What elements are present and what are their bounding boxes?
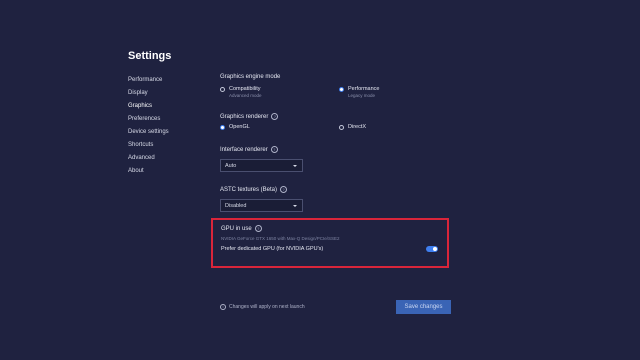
info-icon: i (220, 304, 226, 310)
radio-directx[interactable]: DirectX (339, 124, 366, 131)
radio-opengl[interactable]: OpenGL (220, 124, 250, 131)
radio-opengl-indicator[interactable] (220, 125, 225, 130)
radio-performance-sublabel: Legacy mode (348, 93, 376, 98)
radio-opengl-label: OpenGL (229, 124, 250, 130)
interface-renderer-select[interactable]: Auto (220, 159, 303, 172)
nav-item-about[interactable]: About (128, 167, 169, 180)
graphics-renderer-label: Graphics renderer (220, 114, 269, 121)
footer-note: i Changes will apply on next launch (220, 304, 305, 310)
radio-performance-label: Performance (348, 86, 380, 92)
nav-item-shortcuts[interactable]: Shortcuts (128, 141, 169, 154)
interface-renderer-label: Interface renderer (220, 147, 268, 154)
page-title: Settings (128, 50, 172, 62)
astc-value: Disabled (225, 203, 247, 209)
chevron-down-icon (293, 205, 297, 207)
astc-label: ASTC textures (Beta) (220, 187, 278, 194)
radio-performance[interactable]: Performance Legacy mode (339, 86, 380, 98)
footer-note-text: Changes will apply on next launch (229, 304, 305, 310)
save-changes-button[interactable]: Save changes (396, 300, 451, 314)
radio-compatibility-indicator[interactable] (220, 87, 225, 92)
help-icon[interactable]: ? (270, 146, 278, 153)
nav-item-performance[interactable]: Performance (128, 76, 169, 89)
nav-item-display[interactable]: Display (128, 89, 169, 102)
graphics-engine-label: Graphics engine mode (220, 74, 281, 80)
astc-select[interactable]: Disabled (220, 199, 303, 212)
prefer-dedicated-gpu-label: Prefer dedicated GPU (for NVIDIA GPU's) (221, 246, 324, 252)
radio-performance-indicator[interactable] (339, 87, 344, 92)
prefer-dedicated-gpu-toggle[interactable] (426, 246, 438, 252)
graphics-renderer-label-row: Graphics renderer? (220, 113, 279, 121)
radio-compatibility-sublabel: Advanced mode (229, 93, 262, 98)
help-icon[interactable]: ? (280, 186, 288, 193)
gpu-label: GPU in use (221, 226, 252, 233)
interface-renderer-value: Auto (225, 163, 237, 169)
nav-item-preferences[interactable]: Preferences (128, 115, 169, 128)
toggle-knob (433, 247, 437, 251)
gpu-label-row: GPU in use? (221, 225, 262, 232)
nav-item-advanced[interactable]: Advanced (128, 154, 169, 167)
help-icon[interactable]: ? (271, 113, 279, 120)
radio-compatibility[interactable]: Compatibility Advanced mode (220, 86, 262, 98)
radio-directx-label: DirectX (348, 124, 367, 130)
gpu-name: NVIDIA GeForce GTX 1650 with Max-Q Desig… (221, 236, 340, 241)
nav-item-graphics[interactable]: Graphics (128, 102, 169, 115)
astc-label-row: ASTC textures (Beta)? (220, 186, 288, 194)
nav-item-device-settings[interactable]: Device settings (128, 128, 169, 141)
radio-directx-indicator[interactable] (339, 125, 344, 130)
interface-renderer-label-row: Interface renderer? (220, 146, 278, 153)
settings-nav: Performance Display Graphics Preferences… (128, 76, 169, 180)
radio-compatibility-label: Compatibility (229, 86, 261, 92)
help-icon[interactable]: ? (254, 225, 262, 232)
chevron-down-icon (293, 165, 297, 167)
